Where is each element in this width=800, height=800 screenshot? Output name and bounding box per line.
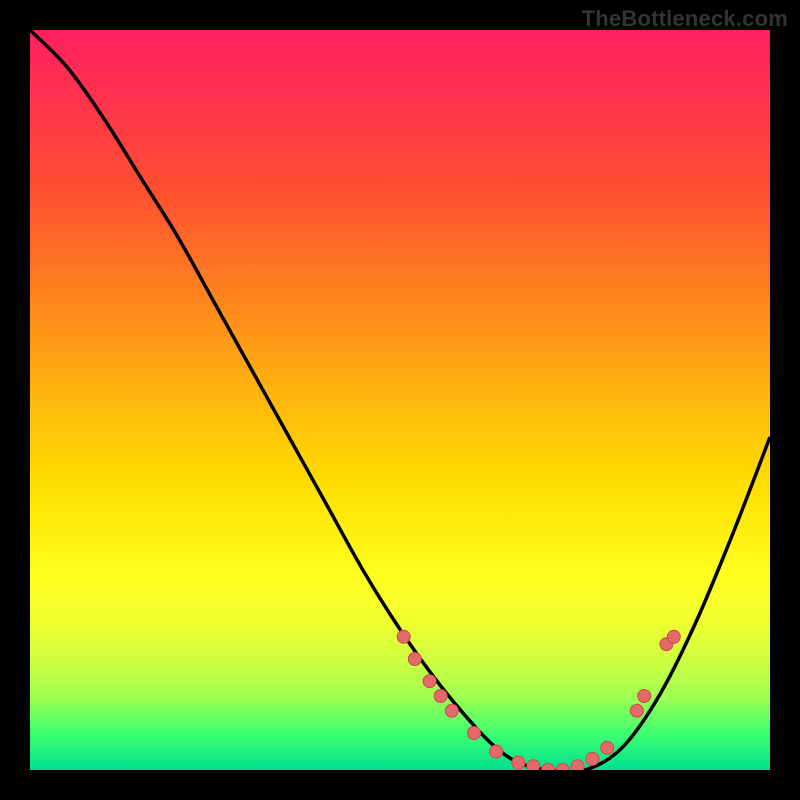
curve-marker (468, 727, 481, 740)
curve-marker (586, 752, 599, 765)
curve-marker (512, 756, 525, 769)
curve-marker (556, 764, 569, 771)
curve-marker (542, 764, 555, 771)
curve-marker (490, 745, 503, 758)
curve-marker (434, 690, 447, 703)
curve-marker (445, 704, 458, 717)
bottleneck-curve (30, 30, 770, 770)
plot-area (30, 30, 770, 770)
curve-marker (397, 630, 410, 643)
curve-marker (638, 690, 651, 703)
curve-marker (571, 760, 584, 770)
curve-svg (30, 30, 770, 770)
chart-container: TheBottleneck.com (0, 0, 800, 800)
curve-marker (601, 741, 614, 754)
curve-marker (408, 653, 421, 666)
curve-markers (397, 630, 680, 770)
curve-marker (423, 675, 436, 688)
curve-marker (527, 760, 540, 770)
curve-marker (667, 630, 680, 643)
watermark-text: TheBottleneck.com (582, 6, 788, 32)
curve-marker (630, 704, 643, 717)
